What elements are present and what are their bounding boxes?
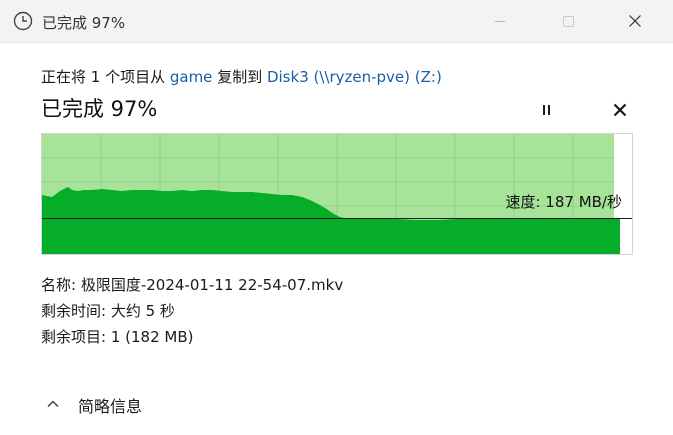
progress-status: 已完成 97% (41, 97, 158, 121)
window-title: 已完成 97% (42, 14, 126, 32)
copy-description: 正在将 1 个项目从 game 复制到 Disk3 (\\ryzen-pve) … (41, 66, 442, 87)
close-icon (629, 15, 641, 27)
file-name-info: 名称: 极限国度-2024-01-11 22-54-07.mkv (41, 276, 344, 294)
less-details-label: 简略信息 (78, 397, 143, 416)
dialog-footer: 简略信息 (0, 369, 673, 435)
cancel-button[interactable] (609, 99, 631, 121)
clock-icon (13, 11, 33, 31)
speed-label: 速度: 187 MB/秒 (505, 193, 622, 211)
close-button[interactable] (612, 0, 658, 42)
maximize-icon (563, 16, 574, 27)
pause-icon (543, 105, 550, 115)
chevron-up-icon (47, 400, 59, 407)
minimize-icon (495, 21, 505, 22)
items-remaining-info: 剩余项目: 1 (182 MB) (41, 328, 194, 346)
close-icon (613, 103, 627, 117)
maximize-button[interactable] (545, 0, 591, 42)
source-folder-link[interactable]: game (170, 68, 213, 86)
minimize-button[interactable] (477, 0, 523, 42)
transfer-speed-chart: 速度: 187 MB/秒 (41, 133, 633, 255)
copy-prefix: 正在将 1 个项目从 (41, 68, 170, 86)
pause-button[interactable] (536, 99, 558, 121)
copy-progress-panel: 正在将 1 个项目从 game 复制到 Disk3 (\\ryzen-pve) … (0, 42, 673, 370)
copy-middle: 复制到 (212, 68, 267, 86)
title-bar: 已完成 97% (0, 0, 673, 42)
destination-folder-link[interactable]: Disk3 (\\ryzen-pve) (Z:) (267, 68, 442, 86)
time-remaining-info: 剩余时间: 大约 5 秒 (41, 302, 175, 320)
